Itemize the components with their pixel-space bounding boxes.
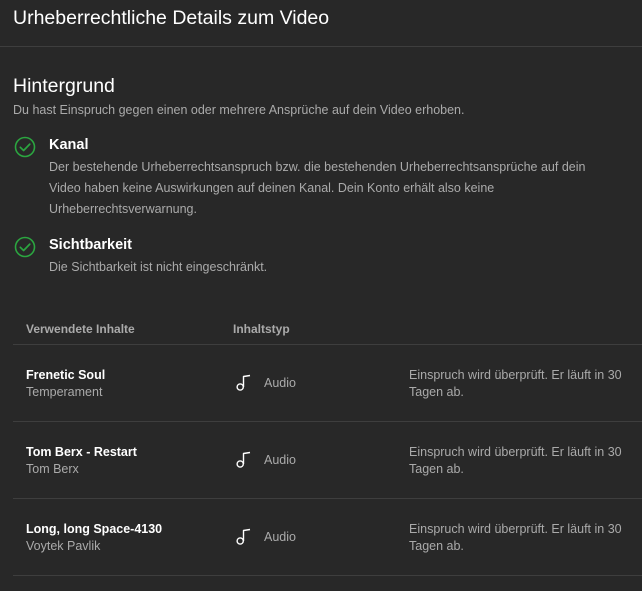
check-text: Die Sichtbarkeit ist nicht eingeschränkt… (49, 260, 268, 274)
content-title: Frenetic Soul (26, 368, 106, 382)
content-title: Tom Berx - Restart (26, 445, 137, 459)
content-artist: Tom Berx (26, 462, 79, 476)
claim-status: Einspruch wird überprüft. Er läuft in 30… (409, 522, 622, 553)
music-note-icon (236, 451, 251, 468)
claims-table: Verwendete Inhalte Inhaltstyp Frenetic S… (13, 312, 642, 576)
table-row: Long, long Space-4130 Voytek Pavlik Audi… (13, 499, 642, 576)
content-type: Audio (264, 530, 296, 544)
content-type: Audio (264, 453, 296, 467)
content-type: Audio (264, 376, 296, 390)
content-artist: Temperament (26, 385, 103, 399)
table-header: Verwendete Inhalte Inhaltstyp (13, 312, 642, 345)
music-note-icon (236, 374, 251, 391)
content-artist: Voytek Pavlik (26, 539, 101, 553)
section-title: Hintergrund (13, 75, 115, 97)
column-header-content: Verwendete Inhalte (26, 322, 135, 336)
check-circle-icon (14, 136, 36, 158)
table-row: Frenetic Soul Temperament Audio Einspruc… (13, 345, 642, 422)
check-text: Der bestehende Urheberrechtsanspruch bzw… (49, 160, 586, 216)
content-title: Long, long Space-4130 (26, 522, 163, 536)
check-title: Kanal (49, 137, 89, 153)
table-row: Tom Berx - Restart Tom Berx Audio Einspr… (13, 422, 642, 499)
check-circle-icon (14, 236, 36, 258)
dialog-title: Urheberrechtliche Details zum Video (13, 7, 330, 29)
check-title: Sichtbarkeit (49, 237, 132, 253)
claim-status: Einspruch wird überprüft. Er läuft in 30… (409, 368, 622, 399)
claim-status: Einspruch wird überprüft. Er läuft in 30… (409, 445, 622, 476)
column-header-type: Inhaltstyp (233, 322, 290, 336)
music-note-icon (236, 528, 251, 545)
section-description: Du hast Einspruch gegen einen oder mehre… (13, 103, 465, 117)
dialog-header: Urheberrechtliche Details zum Video (0, 0, 642, 47)
